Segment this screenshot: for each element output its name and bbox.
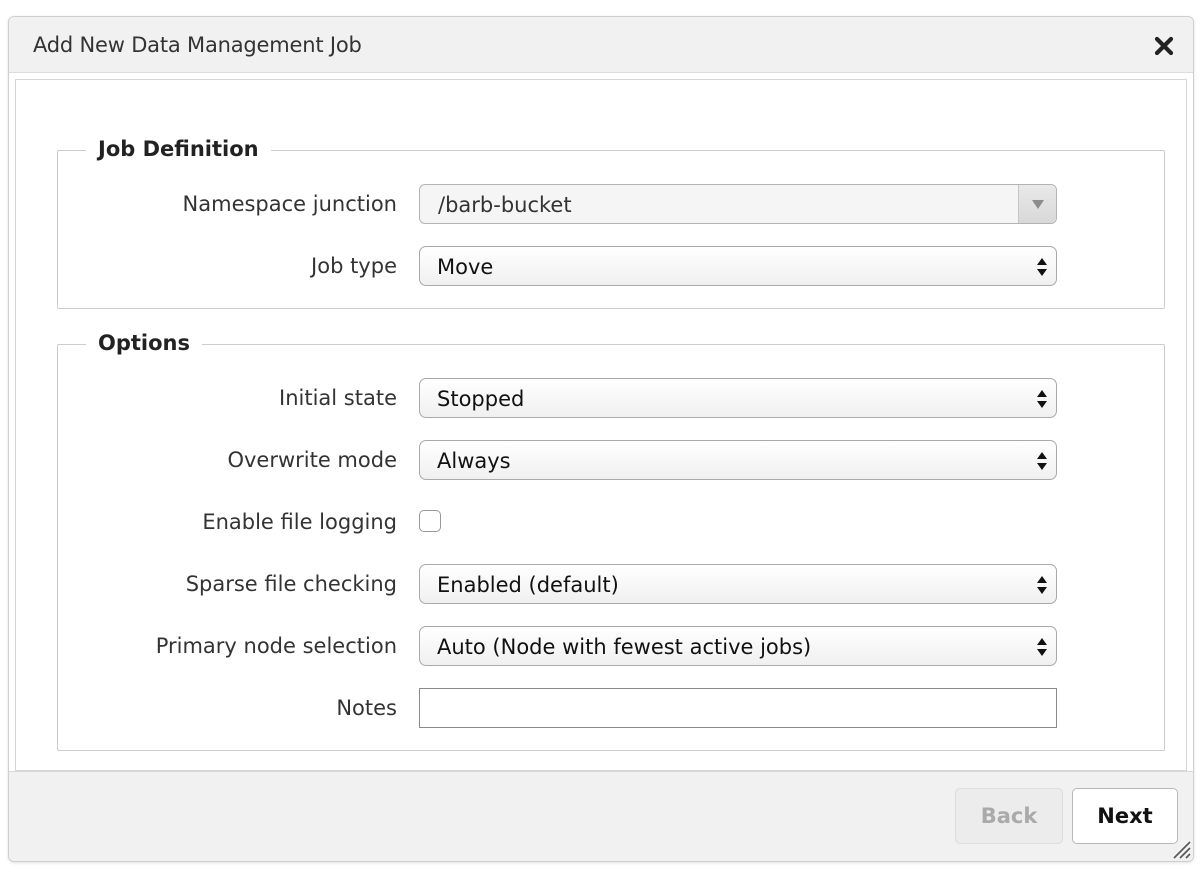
overwrite-mode-row: Overwrite mode Always <box>58 440 1164 480</box>
dialog-body: Job Definition Namespace junction /barb-… <box>15 79 1187 771</box>
sparse-file-checking-row: Sparse file checking Enabled (default) <box>58 564 1164 604</box>
notes-label: Notes <box>336 696 397 720</box>
updown-arrows-icon <box>1037 452 1047 470</box>
initial-state-row: Initial state Stopped <box>58 378 1164 418</box>
namespace-junction-value: /barb-bucket <box>438 193 572 217</box>
dropdown-arrow-button[interactable] <box>1018 185 1056 223</box>
enable-file-logging-checkbox[interactable] <box>419 510 441 532</box>
sparse-file-checking-value: Enabled (default) <box>437 573 619 597</box>
primary-node-selection-row: Primary node selection Auto (Node with f… <box>58 626 1164 666</box>
job-type-label: Job type <box>311 254 397 278</box>
dialog-title: Add New Data Management Job <box>33 33 362 57</box>
overwrite-mode-select[interactable]: Always <box>419 440 1057 480</box>
job-type-row: Job type Move <box>58 246 1164 286</box>
updown-arrows-icon <box>1037 390 1047 408</box>
overwrite-mode-label: Overwrite mode <box>227 448 397 472</box>
updown-arrows-icon <box>1037 638 1047 656</box>
options-legend: Options <box>86 331 202 355</box>
add-job-dialog: Add New Data Management Job Job Definiti… <box>8 16 1194 862</box>
initial-state-select[interactable]: Stopped <box>419 378 1057 418</box>
close-icon[interactable] <box>1153 35 1175 57</box>
sparse-file-checking-select[interactable]: Enabled (default) <box>419 564 1057 604</box>
notes-row: Notes <box>58 688 1164 728</box>
sparse-file-checking-label: Sparse file checking <box>185 572 397 596</box>
updown-arrows-icon <box>1037 576 1047 594</box>
dialog-titlebar[interactable]: Add New Data Management Job <box>9 17 1193 73</box>
primary-node-selection-value: Auto (Node with fewest active jobs) <box>437 635 812 659</box>
options-group: Options Initial state Stopped Overwrite … <box>57 331 1165 751</box>
primary-node-selection-label: Primary node selection <box>155 634 397 658</box>
back-button[interactable]: Back <box>955 788 1063 844</box>
resize-grip-icon[interactable] <box>1169 837 1191 859</box>
enable-file-logging-row: Enable file logging <box>58 502 1164 542</box>
job-definition-legend: Job Definition <box>86 137 271 161</box>
namespace-junction-row: Namespace junction /barb-bucket <box>58 184 1164 224</box>
notes-input[interactable] <box>419 688 1057 728</box>
dialog-footer: Back Next <box>9 771 1193 861</box>
triangle-down-icon <box>1032 200 1044 209</box>
job-type-select[interactable]: Move <box>419 246 1057 286</box>
primary-node-selection-select[interactable]: Auto (Node with fewest active jobs) <box>419 626 1057 666</box>
initial-state-value: Stopped <box>437 387 525 411</box>
job-definition-group: Job Definition Namespace junction /barb-… <box>57 137 1165 309</box>
job-type-value: Move <box>437 255 494 279</box>
namespace-junction-label: Namespace junction <box>182 192 397 216</box>
namespace-junction-combobox[interactable]: /barb-bucket <box>419 184 1057 224</box>
updown-arrows-icon <box>1037 258 1047 276</box>
next-button[interactable]: Next <box>1072 788 1178 844</box>
enable-file-logging-label: Enable file logging <box>202 510 397 534</box>
initial-state-label: Initial state <box>279 386 397 410</box>
overwrite-mode-value: Always <box>437 449 511 473</box>
